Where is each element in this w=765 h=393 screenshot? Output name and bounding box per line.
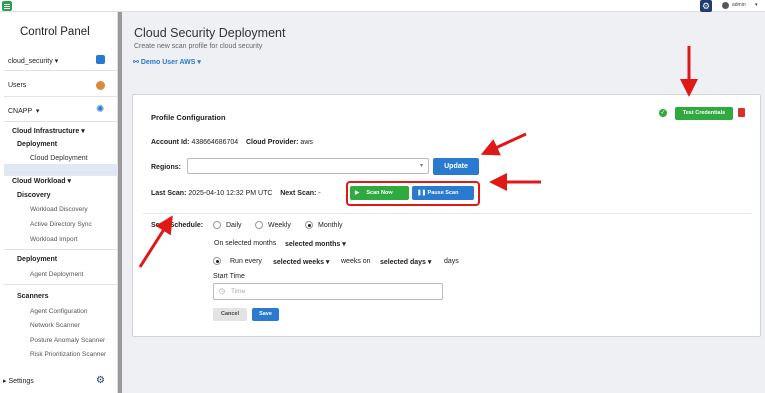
scan-schedule-label: Scan Schedule: [151,222,204,229]
network-icon: ✺ [96,104,105,115]
check-icon: ✓ [659,109,667,117]
profile-card: Profile Configuration ✓ Test Credentials… [132,94,761,337]
radio-run-every[interactable] [213,257,221,265]
page-title: Cloud Security Deployment [134,26,286,40]
weeks-on-label: weeks on [341,258,371,265]
chevron-down-icon: ▾ [419,163,423,169]
sidebar-item-cnapp[interactable]: CNAPP ▾ [8,107,39,115]
weekly-label: Weekly [268,222,291,229]
menu-icon[interactable] [2,1,12,11]
sidebar-group-scanners: Scanners [17,293,49,300]
radio-weekly[interactable] [255,221,263,229]
divider [4,121,118,122]
weeks-select[interactable]: selected weeks ▾ [273,258,329,266]
sidebar-section-cloud-workload[interactable]: Cloud Workload ▾ [12,177,71,185]
run-every-label: Run every [230,258,262,265]
play-icon: ▶ [355,190,360,196]
sidebar-item-settings[interactable]: ▸ Settings [3,377,34,385]
sidebar: Control Panel cloud_security ▾ Users CNA… [0,12,118,393]
divider [4,70,118,71]
regions-label: Regions: [151,164,181,171]
sidebar-item-cloud-deployment[interactable]: Cloud Deployment [30,155,88,162]
sidebar-item-workload-import[interactable]: Workload Import [30,236,78,243]
section-title: Profile Configuration [151,113,226,122]
divider [4,284,118,285]
on-selected-months-label: On selected months [214,240,277,247]
months-select[interactable]: selected months ▾ [285,240,346,248]
cancel-button[interactable]: Cancel [213,308,247,321]
pause-scan-button[interactable]: ❚❚ Pause Scan [412,186,474,200]
avatar[interactable] [722,2,729,9]
sidebar-item-ad-sync[interactable]: Active Directory Sync [30,221,92,228]
user-name[interactable]: admin [732,2,746,8]
sidebar-group-deployment: Deployment [17,141,58,148]
main-content: Cloud Security Deployment Create new sca… [122,12,765,393]
user-icon [96,81,105,90]
trash-icon[interactable] [738,108,745,117]
monthly-label: Monthly [318,222,343,229]
days-select[interactable]: selected days ▾ [380,258,431,266]
sidebar-item-agent-deployment[interactable]: Agent Deployment [30,271,83,278]
radio-monthly[interactable] [305,221,313,229]
start-time-input[interactable]: ◷ Time [213,283,443,300]
regions-select[interactable]: ▾ [187,158,429,174]
sidebar-section-cloud-infrastructure[interactable]: Cloud Infrastructure ▾ [12,127,85,135]
gear-icon[interactable]: ⚙ [700,0,712,12]
radio-daily[interactable] [213,221,221,229]
sitemap-icon: ⚯ [133,59,139,66]
sidebar-item-agent-configuration[interactable]: Agent Configuration [30,308,87,315]
active-highlight [4,164,118,176]
divider [4,96,118,97]
account-select[interactable]: ⚯ Demo User AWS ▾ [133,58,201,66]
clock-icon: ◷ [219,288,226,295]
sidebar-item-workload-discovery[interactable]: Workload Discovery [30,206,88,213]
test-credentials-button[interactable]: Test Credentials [675,107,733,120]
days-label: days [444,258,459,265]
sidebar-group-discovery: Discovery [17,192,51,199]
divider [4,172,118,173]
pause-icon: ❚❚ [417,190,427,196]
chevron-down-icon[interactable]: ▾ [755,2,758,8]
sidebar-group-deployment: Deployment [17,256,58,263]
divider [143,213,751,214]
page-subtitle: Create new scan profile for cloud securi… [134,43,263,50]
update-button[interactable]: Update [433,158,479,175]
top-bar: ⚙ admin ▾ [0,0,765,12]
tenant-select[interactable]: cloud_security ▾ [8,57,58,65]
sidebar-item-risk-prioritization-scanner[interactable]: Risk Prioritization Scanner [30,351,106,358]
scan-status-row: Last Scan: 2025-04-10 12:32 PM UTC Next … [151,190,321,197]
start-time-label: Start Time [213,273,245,280]
sidebar-title: Control Panel [20,26,90,38]
scan-now-button[interactable]: ▶ Scan Now [350,186,409,200]
sidebar-item-posture-anomaly-scanner[interactable]: Posture Anomaly Scanner [30,337,105,344]
gear-icon[interactable]: ⚙ [96,376,105,386]
account-id-row: Account Id: 438664686704 Cloud Provider:… [151,139,313,146]
save-button[interactable]: Save [252,308,279,321]
divider [4,249,118,250]
daily-label: Daily [226,222,242,229]
building-icon [96,55,105,64]
sidebar-item-users[interactable]: Users [8,82,26,89]
sidebar-item-network-scanner[interactable]: Network Scanner [30,322,80,329]
